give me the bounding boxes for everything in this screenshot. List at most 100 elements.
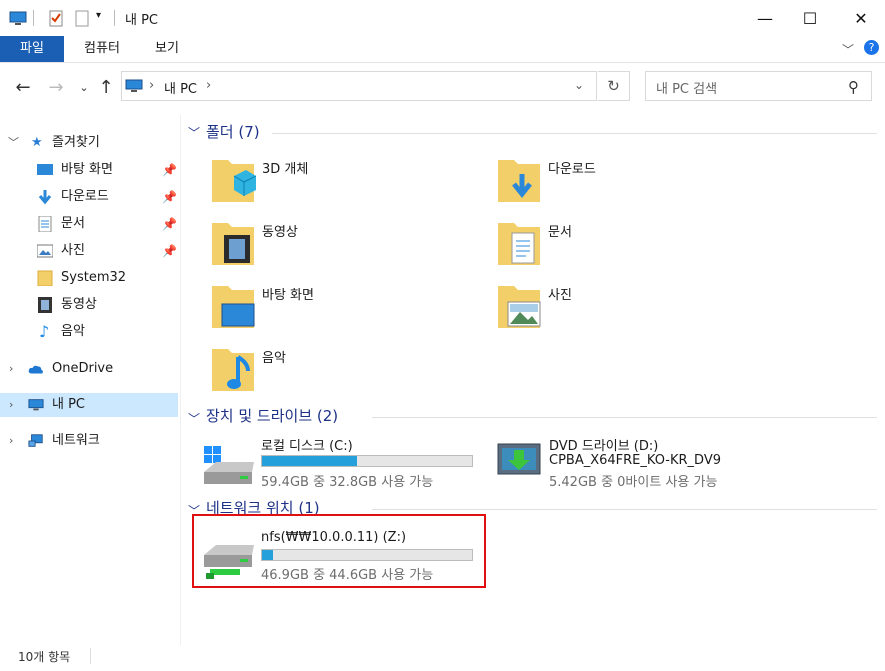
picture-icon [37, 244, 53, 258]
collapse-chevron-icon[interactable]: ﹀ [188, 124, 200, 141]
drive-name: 로컬 디스크 (C:) [261, 439, 353, 454]
expand-ribbon-icon[interactable]: ﹀ [842, 41, 854, 58]
dvd-drive-icon [497, 443, 541, 475]
folder-downloads[interactable]: 다운로드 [498, 150, 758, 206]
highlight-box [192, 514, 486, 588]
drive-volume-label: CPBA_X64FRE_KO-KR_DV9 [549, 453, 722, 468]
window-title: 내 PC [125, 13, 159, 28]
drive-free-space: 5.42GB 중 0바이트 사용 가능 [549, 475, 718, 490]
collapsed-chevron-icon[interactable]: › [9, 429, 13, 453]
quick-access-dropdown-icon[interactable]: ▾ [96, 10, 101, 21]
video-folder-icon [212, 223, 254, 265]
pin-icon: 📌 [162, 190, 177, 204]
collapsed-chevron-icon[interactable]: › [9, 393, 13, 417]
document-icon [38, 216, 52, 232]
group-header-devices[interactable]: 장치 및 드라이브 (2) [206, 406, 338, 426]
nav-item-label: 다운로드 [61, 189, 109, 204]
maximize-button[interactable]: ☐ [787, 0, 833, 36]
breadcrumb-this-pc[interactable]: 내 PC [164, 78, 197, 97]
folder-name: 문서 [548, 225, 572, 240]
tab-file[interactable]: 파일 [0, 36, 64, 62]
drive-c[interactable]: 로컬 디스크 (C:) 59.4GB 중 32.8GB 사용 가능 [202, 432, 482, 492]
download-icon [38, 190, 52, 205]
cloud-icon [28, 365, 43, 374]
folder-name: 사진 [548, 288, 572, 303]
minimize-button[interactable]: — [742, 0, 788, 36]
nav-this-pc[interactable]: › 내 PC [0, 393, 178, 417]
toolbar-separator [114, 10, 115, 26]
pin-icon: 📌 [162, 244, 177, 258]
nav-item-label: 음악 [61, 324, 85, 339]
computer-icon [125, 79, 143, 92]
recent-locations-icon[interactable]: ⌄ [72, 74, 96, 100]
drive-usage-bar [261, 455, 473, 467]
search-placeholder: 내 PC 검색 [656, 82, 718, 97]
help-icon[interactable]: ? [864, 40, 879, 55]
folder-3d-objects[interactable]: 3D 개체 [212, 150, 472, 206]
picture-folder-icon [498, 286, 541, 328]
drive-name: DVD 드라이브 (D:) [549, 439, 659, 454]
folder-name: 음악 [262, 351, 286, 366]
desktop-folder-icon [212, 286, 255, 328]
close-button[interactable]: ✕ [838, 0, 884, 36]
folder-desktop[interactable]: 바탕 화면 [212, 276, 472, 332]
nav-network-label: 네트워크 [52, 433, 100, 448]
folder-videos[interactable]: 동영상 [212, 213, 472, 269]
folder-name: 바탕 화면 [262, 288, 314, 303]
pin-icon: 📌 [162, 163, 177, 177]
collapsed-chevron-icon[interactable]: › [9, 357, 13, 381]
group-divider [372, 417, 877, 418]
nav-item-label: 동영상 [61, 297, 97, 312]
status-item-count: 10개 항목 [18, 650, 71, 664]
download-folder-icon [498, 160, 540, 202]
document-folder-icon [498, 223, 540, 265]
status-separator [90, 648, 91, 664]
nav-item-label: 문서 [61, 216, 85, 231]
folder-name: 동영상 [262, 225, 298, 240]
nav-onedrive-label: OneDrive [52, 361, 114, 376]
forward-button[interactable]: → [44, 74, 68, 100]
group-divider [372, 509, 877, 510]
drive-free-space: 59.4GB 중 32.8GB 사용 가능 [261, 475, 434, 490]
music-folder-icon [212, 349, 254, 391]
properties-icon[interactable] [47, 9, 65, 27]
breadcrumb-chevron-icon[interactable]: › [149, 78, 154, 93]
folder-pictures[interactable]: 사진 [498, 276, 758, 332]
nav-item-label: System32 [61, 270, 127, 285]
folder-name: 3D 개체 [262, 162, 309, 177]
up-button[interactable]: ↑ [94, 74, 118, 100]
windows-drive-icon [204, 446, 254, 484]
group-divider [272, 133, 877, 134]
breadcrumb-chevron-icon[interactable]: › [206, 78, 211, 93]
folder-documents[interactable]: 문서 [498, 213, 758, 269]
folder-music[interactable]: 음악 [212, 339, 472, 395]
search-icon[interactable]: ⚲ [848, 78, 859, 96]
music-icon: ♪ [39, 322, 50, 341]
folder-name: 다운로드 [548, 162, 596, 177]
new-folder-icon[interactable] [73, 9, 91, 27]
pin-icon: 📌 [162, 217, 177, 231]
toolbar-separator [33, 10, 34, 26]
star-icon: ★ [31, 135, 43, 150]
nav-item-label: 사진 [61, 243, 85, 258]
expanded-chevron-icon[interactable]: ﹀ [8, 131, 19, 155]
group-header-folders[interactable]: 폴더 (7) [206, 122, 260, 142]
tab-view[interactable]: 보기 [140, 36, 194, 62]
refresh-button[interactable]: ↻ [598, 71, 630, 101]
address-dropdown-icon[interactable]: ⌄ [574, 78, 584, 92]
nav-this-pc-label: 내 PC [52, 397, 86, 412]
collapse-chevron-icon[interactable]: ﹀ [188, 410, 200, 427]
desktop-icon [37, 164, 53, 175]
3d-objects-icon [212, 160, 256, 202]
drive-d[interactable]: DVD 드라이브 (D:) CPBA_X64FRE_KO-KR_DV9 5.42… [496, 432, 796, 492]
folder-icon [37, 270, 53, 286]
nav-item-label: 바탕 화면 [61, 162, 113, 177]
video-icon [38, 297, 52, 313]
drive-usage-fill [262, 456, 357, 466]
nav-quick-access-label: 즐겨찾기 [52, 135, 100, 150]
computer-icon [28, 399, 44, 411]
back-button[interactable]: ← [11, 74, 35, 100]
computer-icon[interactable] [9, 9, 27, 27]
tab-computer[interactable]: 컴퓨터 [68, 36, 136, 62]
network-icon [28, 434, 43, 447]
